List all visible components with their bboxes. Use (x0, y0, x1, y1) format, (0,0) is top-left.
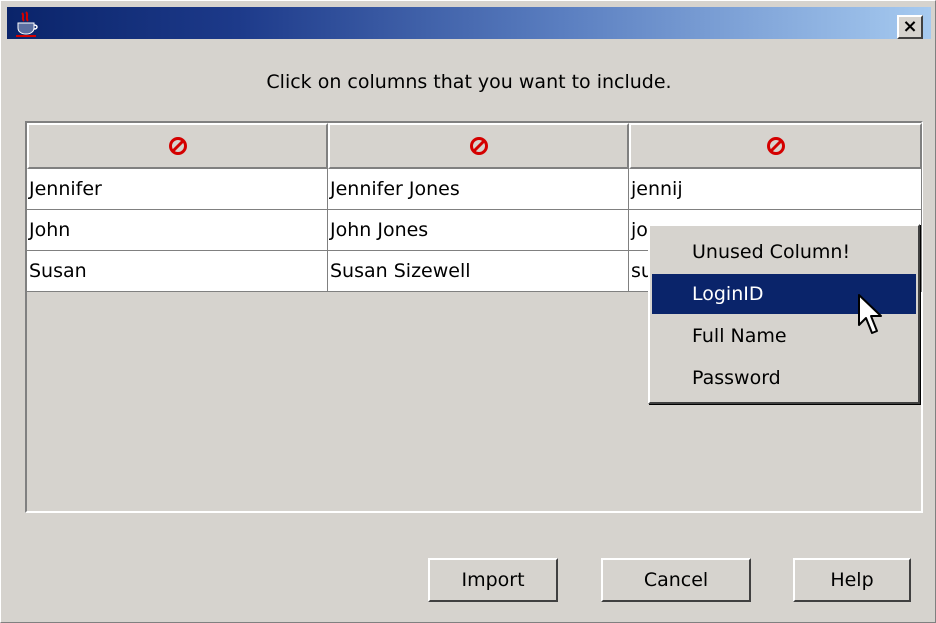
mouse-pointer-icon (858, 294, 882, 334)
column-header-3[interactable] (629, 123, 922, 169)
no-entry-icon (168, 137, 187, 155)
cancel-button[interactable]: Cancel (601, 558, 751, 602)
table-cell[interactable]: Jennifer Jones (328, 169, 629, 210)
menu-item-password[interactable]: Password (652, 358, 916, 398)
table-cell[interactable]: Susan (27, 251, 328, 292)
table-cell[interactable]: Susan Sizewell (328, 251, 629, 292)
table-cell[interactable]: Jennifer (27, 169, 328, 210)
table-cell[interactable]: jennij (629, 169, 922, 210)
instruction-label: Click on columns that you want to includ… (266, 71, 672, 93)
table-cell[interactable]: John Jones (328, 210, 629, 251)
help-button[interactable]: Help (793, 558, 911, 602)
column-header-1[interactable] (27, 123, 328, 169)
import-dialog: × Click on columns that you want to incl… (0, 0, 936, 623)
column-header-2[interactable] (328, 123, 629, 169)
java-cup-icon (16, 11, 38, 37)
no-entry-icon (766, 137, 785, 155)
close-button[interactable]: × (897, 15, 923, 39)
import-button[interactable]: Import (428, 558, 558, 602)
title-bar[interactable] (7, 7, 931, 39)
table-cell[interactable]: John (27, 210, 328, 251)
menu-item-unused-column[interactable]: Unused Column! (652, 232, 916, 272)
no-entry-icon (469, 137, 488, 155)
close-icon: × (902, 16, 918, 37)
